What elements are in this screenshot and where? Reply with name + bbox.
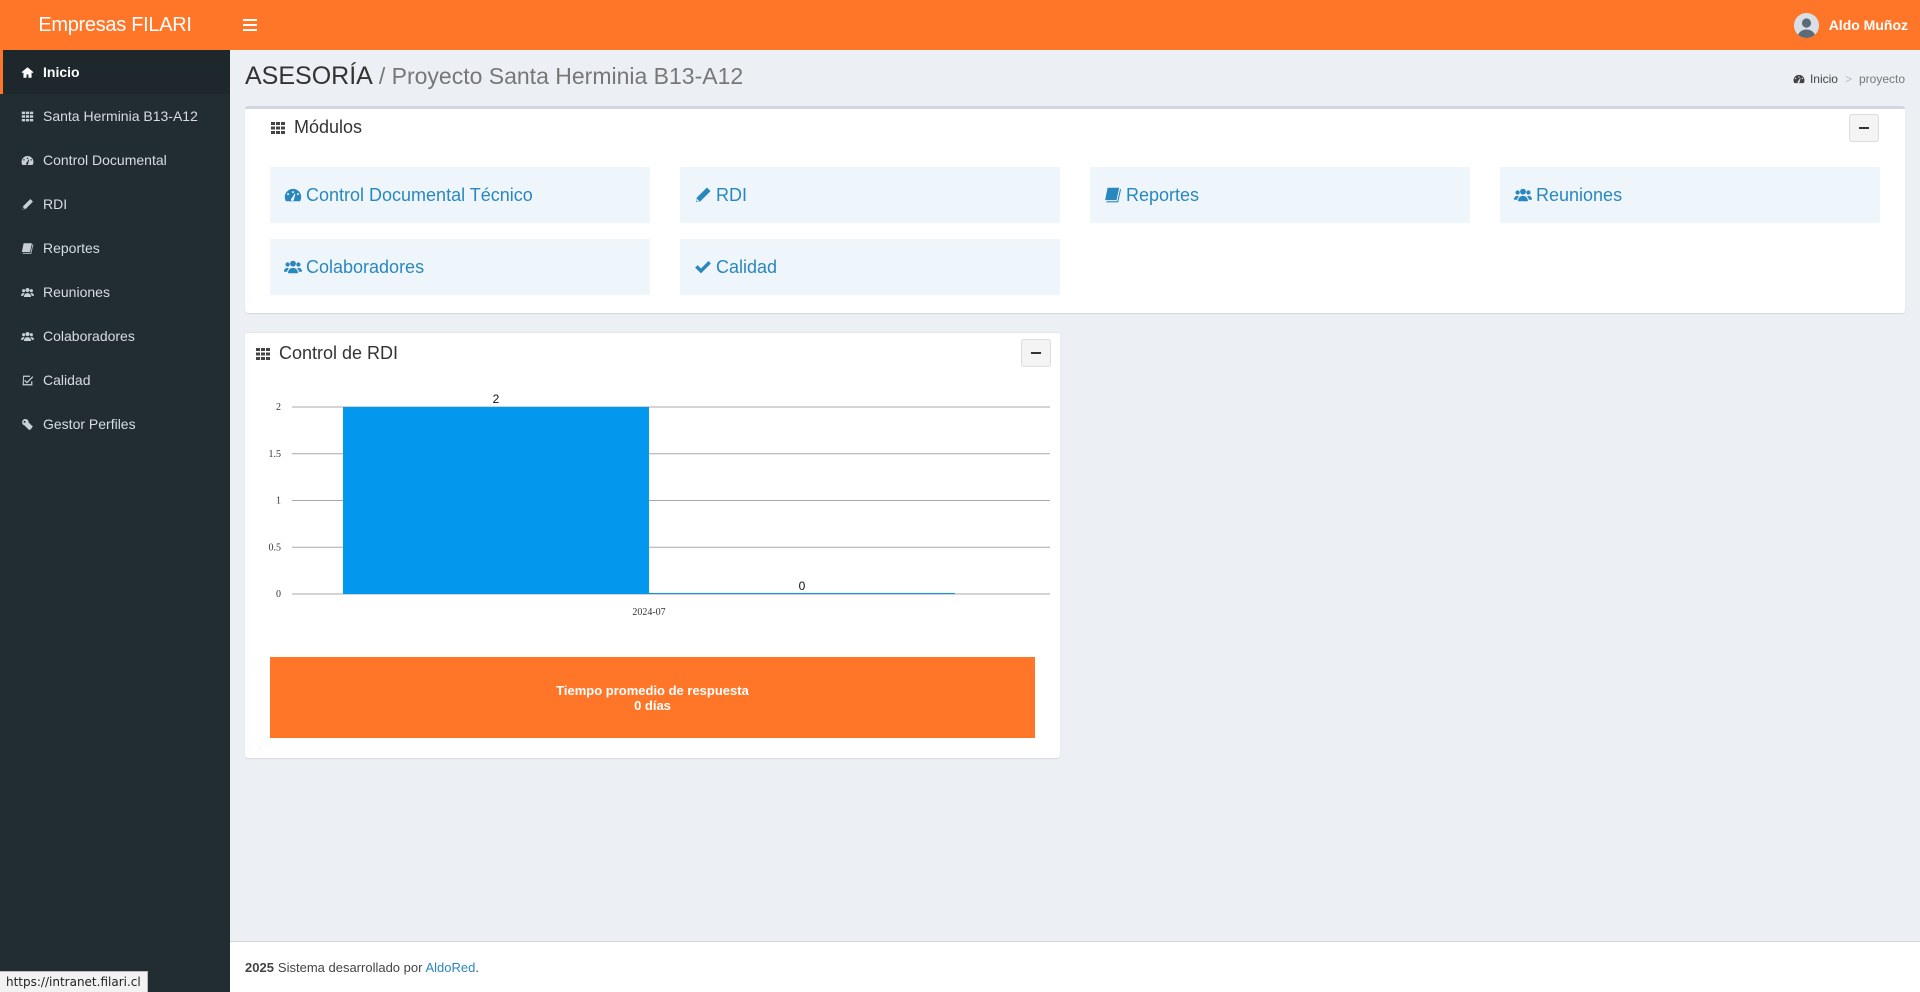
grid-icon (21, 110, 43, 123)
avatar (1793, 12, 1819, 38)
check-icon (694, 258, 712, 276)
y-tick-label: 2 (276, 402, 281, 413)
user-name: Aldo Muñoz (1828, 17, 1908, 33)
module-label: RDI (716, 184, 747, 205)
sidebar: Inicio Santa Herminia B13-A12 Control Do… (0, 50, 230, 992)
stat-label: Tiempo promedio de respuesta (556, 682, 749, 698)
stat-value: 0 días (634, 697, 671, 713)
check-square-icon (21, 374, 43, 387)
module-reuniones[interactable]: Reuniones (1500, 167, 1880, 223)
bar (343, 407, 649, 594)
sidebar-item-label: RDI (43, 196, 68, 212)
sidebar-item-label: Colaboradores (43, 328, 135, 344)
response-time-stat: Tiempo promedio de respuesta 0 días (270, 657, 1035, 738)
hamburger-icon (243, 19, 257, 31)
rdi-collapse-button[interactable] (1021, 339, 1051, 367)
pencil-icon (21, 198, 43, 211)
users-icon (21, 330, 43, 343)
breadcrumb: Inicio > proyecto (1793, 72, 1905, 86)
sidebar-item-label: Santa Herminia B13-A12 (43, 108, 198, 124)
sidebar-item-label: Reportes (43, 240, 100, 256)
sidebar-item-inicio[interactable]: Inicio (0, 50, 230, 94)
users-icon (21, 286, 43, 299)
modules-collapse-button[interactable] (1849, 114, 1879, 142)
module-control-documental-tecnico[interactable]: Control Documental Técnico (270, 167, 650, 223)
sidebar-item-label: Calidad (43, 372, 91, 388)
grid-icon (255, 346, 271, 362)
sidebar-item-rdi[interactable]: RDI (0, 182, 230, 226)
sidebar-toggle-button[interactable] (230, 0, 270, 50)
users-icon (1514, 186, 1532, 204)
home-icon (21, 66, 43, 79)
footer-link[interactable]: AldoRed (425, 960, 475, 975)
footer-text: Sistema desarrollado por (277, 959, 423, 975)
y-tick-label: 1 (276, 496, 281, 507)
y-tick-label: 0.5 (269, 542, 282, 553)
page-title: ASESORÍA / Proyecto Santa Herminia B13-A1… (245, 62, 743, 91)
modules-box-title: Módulos (270, 117, 362, 138)
grid-icon (270, 120, 286, 136)
sidebar-item-colaboradores[interactable]: Colaboradores (0, 314, 230, 358)
module-calidad[interactable]: Calidad (680, 239, 1060, 295)
user-menu[interactable]: Aldo Muñoz (1793, 12, 1920, 38)
page-title-text: ASESORÍA (245, 62, 373, 90)
page-subtitle: / Proyecto Santa Herminia B13-A12 (378, 63, 744, 89)
sidebar-item-santa-herminia[interactable]: Santa Herminia B13-A12 (0, 94, 230, 138)
sidebar-item-reuniones[interactable]: Reuniones (0, 270, 230, 314)
dashboard-icon (284, 186, 302, 204)
bar-data-label: 0 (799, 579, 806, 593)
dashboard-icon (21, 154, 43, 167)
browser-status-url: https://intranet.filari.cl (0, 971, 148, 992)
footer: 2025 Sistema desarrollado por AldoRed. (230, 941, 1920, 992)
breadcrumb-home-link[interactable]: Inicio (1810, 72, 1838, 86)
footer-end: . (475, 959, 479, 975)
minus-icon (1859, 127, 1869, 129)
top-navbar: Empresas FILARI Aldo Muñoz (0, 0, 1920, 50)
module-rdi[interactable]: RDI (680, 167, 1060, 223)
module-reportes[interactable]: Reportes (1090, 167, 1470, 223)
pencil-icon (694, 186, 712, 204)
y-tick-label: 1.5 (269, 449, 282, 460)
key-icon (21, 418, 43, 431)
content-header: ASESORÍA / Proyecto Santa Herminia B13-A1… (245, 62, 1905, 92)
module-label: Control Documental Técnico (306, 184, 533, 205)
brand-logo[interactable]: Empresas FILARI (0, 14, 230, 37)
module-colaboradores[interactable]: Colaboradores (270, 239, 650, 295)
bar-data-label: 2 (493, 392, 500, 406)
bar (649, 593, 955, 594)
module-label: Colaboradores (306, 256, 425, 277)
sidebar-item-label: Gestor Perfiles (43, 416, 136, 432)
module-label: Calidad (716, 256, 778, 277)
x-tick-label: 2024-07 (632, 607, 665, 618)
footer-year: 2025 (245, 959, 274, 975)
users-icon (284, 258, 302, 276)
sidebar-item-label: Reuniones (43, 284, 110, 300)
sidebar-item-label: Inicio (43, 64, 80, 80)
breadcrumb-separator: > (1844, 72, 1852, 86)
book-icon (1104, 186, 1122, 204)
sidebar-item-gestor-perfiles[interactable]: Gestor Perfiles (0, 402, 230, 446)
sidebar-item-control-documental[interactable]: Control Documental (0, 138, 230, 182)
modules-box: Módulos Control Documental Técnico RDI R… (245, 106, 1905, 313)
y-tick-label: 0 (276, 589, 281, 600)
rdi-bar-chart: 0 0.5 1 1.5 2 2 0 2024-07 (269, 392, 1050, 618)
module-label: Reportes (1126, 184, 1200, 205)
sidebar-item-calidad[interactable]: Calidad (0, 358, 230, 402)
modules-title-text: Módulos (294, 117, 363, 137)
rdi-box-title: Control de RDI (255, 343, 398, 364)
rdi-title-text: Control de RDI (279, 343, 399, 363)
module-label: Reuniones (1536, 184, 1623, 205)
sidebar-item-reportes[interactable]: Reportes (0, 226, 230, 270)
dashboard-icon (1793, 73, 1805, 85)
breadcrumb-current: proyecto (1858, 72, 1905, 86)
book-icon (21, 242, 43, 255)
minus-icon (1031, 352, 1041, 354)
sidebar-item-label: Control Documental (43, 152, 167, 168)
